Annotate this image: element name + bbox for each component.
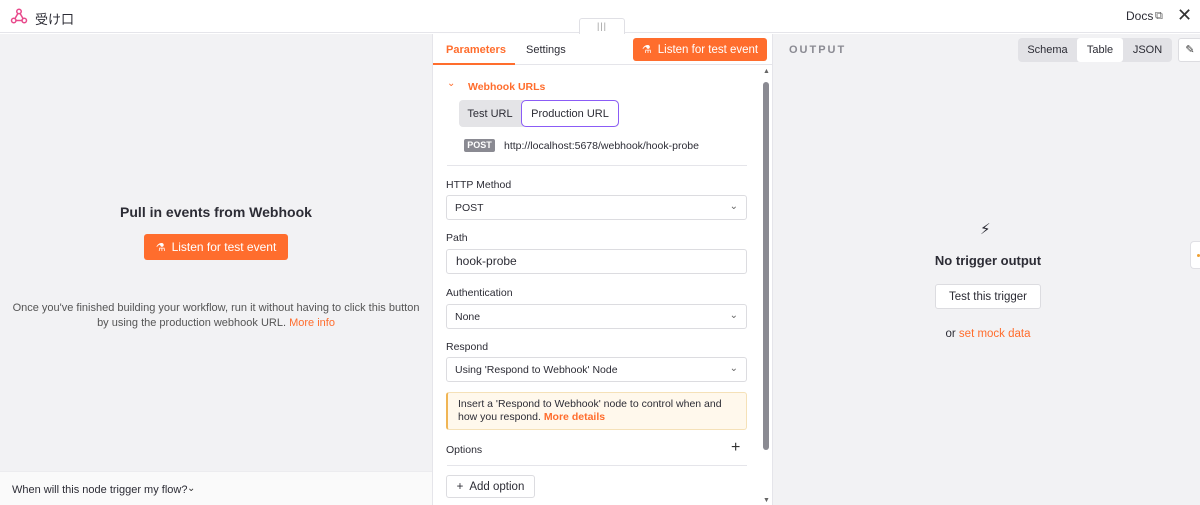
listen-for-test-event-button-top[interactable]: ⚗ Listen for test event bbox=[633, 38, 767, 61]
options-label: Options bbox=[446, 444, 483, 456]
node-title[interactable]: 受け口 bbox=[35, 9, 74, 28]
scroll-up-arrow[interactable]: ▲ bbox=[763, 68, 770, 75]
empty-output-title: No trigger output bbox=[934, 253, 1042, 268]
mock-data-line: or set mock data bbox=[773, 328, 1200, 340]
plus-icon: + bbox=[456, 480, 464, 493]
view-table[interactable]: Table bbox=[1077, 38, 1123, 62]
mock-prefix: or bbox=[945, 328, 956, 340]
trigger-help-text[interactable]: When will this node trigger my flow? bbox=[12, 484, 187, 496]
url-type-toggle: Test URL Production URL bbox=[459, 100, 619, 127]
flask-icon: ⚗ bbox=[155, 241, 166, 254]
divider bbox=[447, 165, 747, 166]
listen-for-test-event-button[interactable]: ⚗ Listen for test event bbox=[144, 234, 288, 260]
http-method-label: HTTP Method bbox=[446, 179, 512, 191]
webhook-urls-toggle[interactable]: Webhook URLs bbox=[468, 81, 545, 93]
active-tab-indicator bbox=[433, 63, 515, 65]
test-url-option[interactable]: Test URL bbox=[459, 100, 521, 127]
respond-value: Using 'Respond to Webhook' Node bbox=[455, 364, 618, 376]
listen-button-label: Listen for test event bbox=[171, 240, 277, 254]
production-url-option[interactable]: Production URL bbox=[521, 100, 619, 127]
side-panel-tab[interactable] bbox=[1190, 241, 1200, 269]
divider bbox=[447, 465, 747, 466]
method-badge: POST bbox=[464, 139, 495, 152]
chevron-down-icon[interactable]: ⌄ bbox=[187, 483, 195, 494]
input-heading: Pull in events from Webhook bbox=[120, 204, 312, 220]
production-note-text: Once you've finished building your workf… bbox=[12, 302, 420, 329]
tab-parameters[interactable]: Parameters bbox=[446, 44, 506, 56]
output-view-toggle: Schema Table JSON bbox=[1018, 38, 1172, 62]
drag-handle[interactable]: ||| bbox=[579, 18, 625, 34]
test-trigger-button[interactable]: Test this trigger bbox=[935, 284, 1041, 309]
respond-notice: Insert a 'Respond to Webhook' node to co… bbox=[446, 392, 747, 430]
more-info-link[interactable]: More info bbox=[289, 317, 335, 329]
chevron-down-icon[interactable]: ⌄ bbox=[447, 78, 455, 89]
chevron-down-icon: ⌄ bbox=[729, 310, 738, 321]
webhook-url[interactable]: http://localhost:5678/webhook/hook-probe bbox=[504, 140, 699, 152]
flask-icon: ⚗ bbox=[641, 44, 652, 56]
add-option-label: Add option bbox=[469, 480, 525, 493]
authentication-select[interactable]: None ⌄ bbox=[446, 304, 747, 329]
tab-settings[interactable]: Settings bbox=[526, 44, 566, 56]
path-input[interactable]: hook-probe bbox=[446, 249, 747, 274]
parameters-panel: Parameters Settings ⚗ Listen for test ev… bbox=[432, 34, 773, 505]
scrollbar-thumb[interactable] bbox=[763, 82, 769, 450]
add-option-button[interactable]: + Add option bbox=[446, 475, 535, 498]
listen-button-label: Listen for test event bbox=[657, 43, 759, 56]
trigger-help-footer[interactable]: When will this node trigger my flow? ⌄ bbox=[0, 471, 432, 505]
scroll-down-arrow[interactable]: ▼ bbox=[763, 497, 770, 504]
plus-icon[interactable]: + bbox=[731, 439, 740, 457]
chevron-down-icon: ⌄ bbox=[729, 201, 738, 212]
path-label: Path bbox=[446, 232, 468, 244]
respond-label: Respond bbox=[446, 341, 489, 353]
authentication-value: None bbox=[455, 311, 481, 323]
output-panel: OUTPUT Schema Table JSON ✎ ⚡ No trigger … bbox=[773, 34, 1200, 505]
http-method-select[interactable]: POST ⌄ bbox=[446, 195, 747, 220]
close-icon[interactable]: ✕ bbox=[1177, 5, 1192, 26]
authentication-label: Authentication bbox=[446, 287, 513, 299]
lightning-icon: ⚡ bbox=[980, 221, 991, 238]
more-details-link[interactable]: More details bbox=[544, 411, 605, 423]
input-panel: Pull in events from Webhook ⚗ Listen for… bbox=[0, 34, 432, 505]
view-schema[interactable]: Schema bbox=[1018, 38, 1077, 62]
webhook-icon bbox=[10, 8, 28, 24]
respond-select[interactable]: Using 'Respond to Webhook' Node ⌄ bbox=[446, 357, 747, 382]
parameter-tabs: Parameters Settings ⚗ Listen for test ev… bbox=[433, 34, 772, 65]
set-mock-data-link[interactable]: set mock data bbox=[959, 328, 1031, 340]
chevron-down-icon: ⌄ bbox=[729, 363, 738, 374]
docs-link[interactable]: Docs bbox=[1126, 9, 1153, 23]
external-link-icon[interactable]: ⧉ bbox=[1155, 10, 1163, 23]
view-json[interactable]: JSON bbox=[1123, 38, 1172, 62]
output-label: OUTPUT bbox=[789, 44, 847, 56]
pencil-icon[interactable]: ✎ bbox=[1178, 38, 1200, 62]
production-note: Once you've finished building your workf… bbox=[8, 301, 424, 331]
http-method-value: POST bbox=[455, 202, 484, 214]
